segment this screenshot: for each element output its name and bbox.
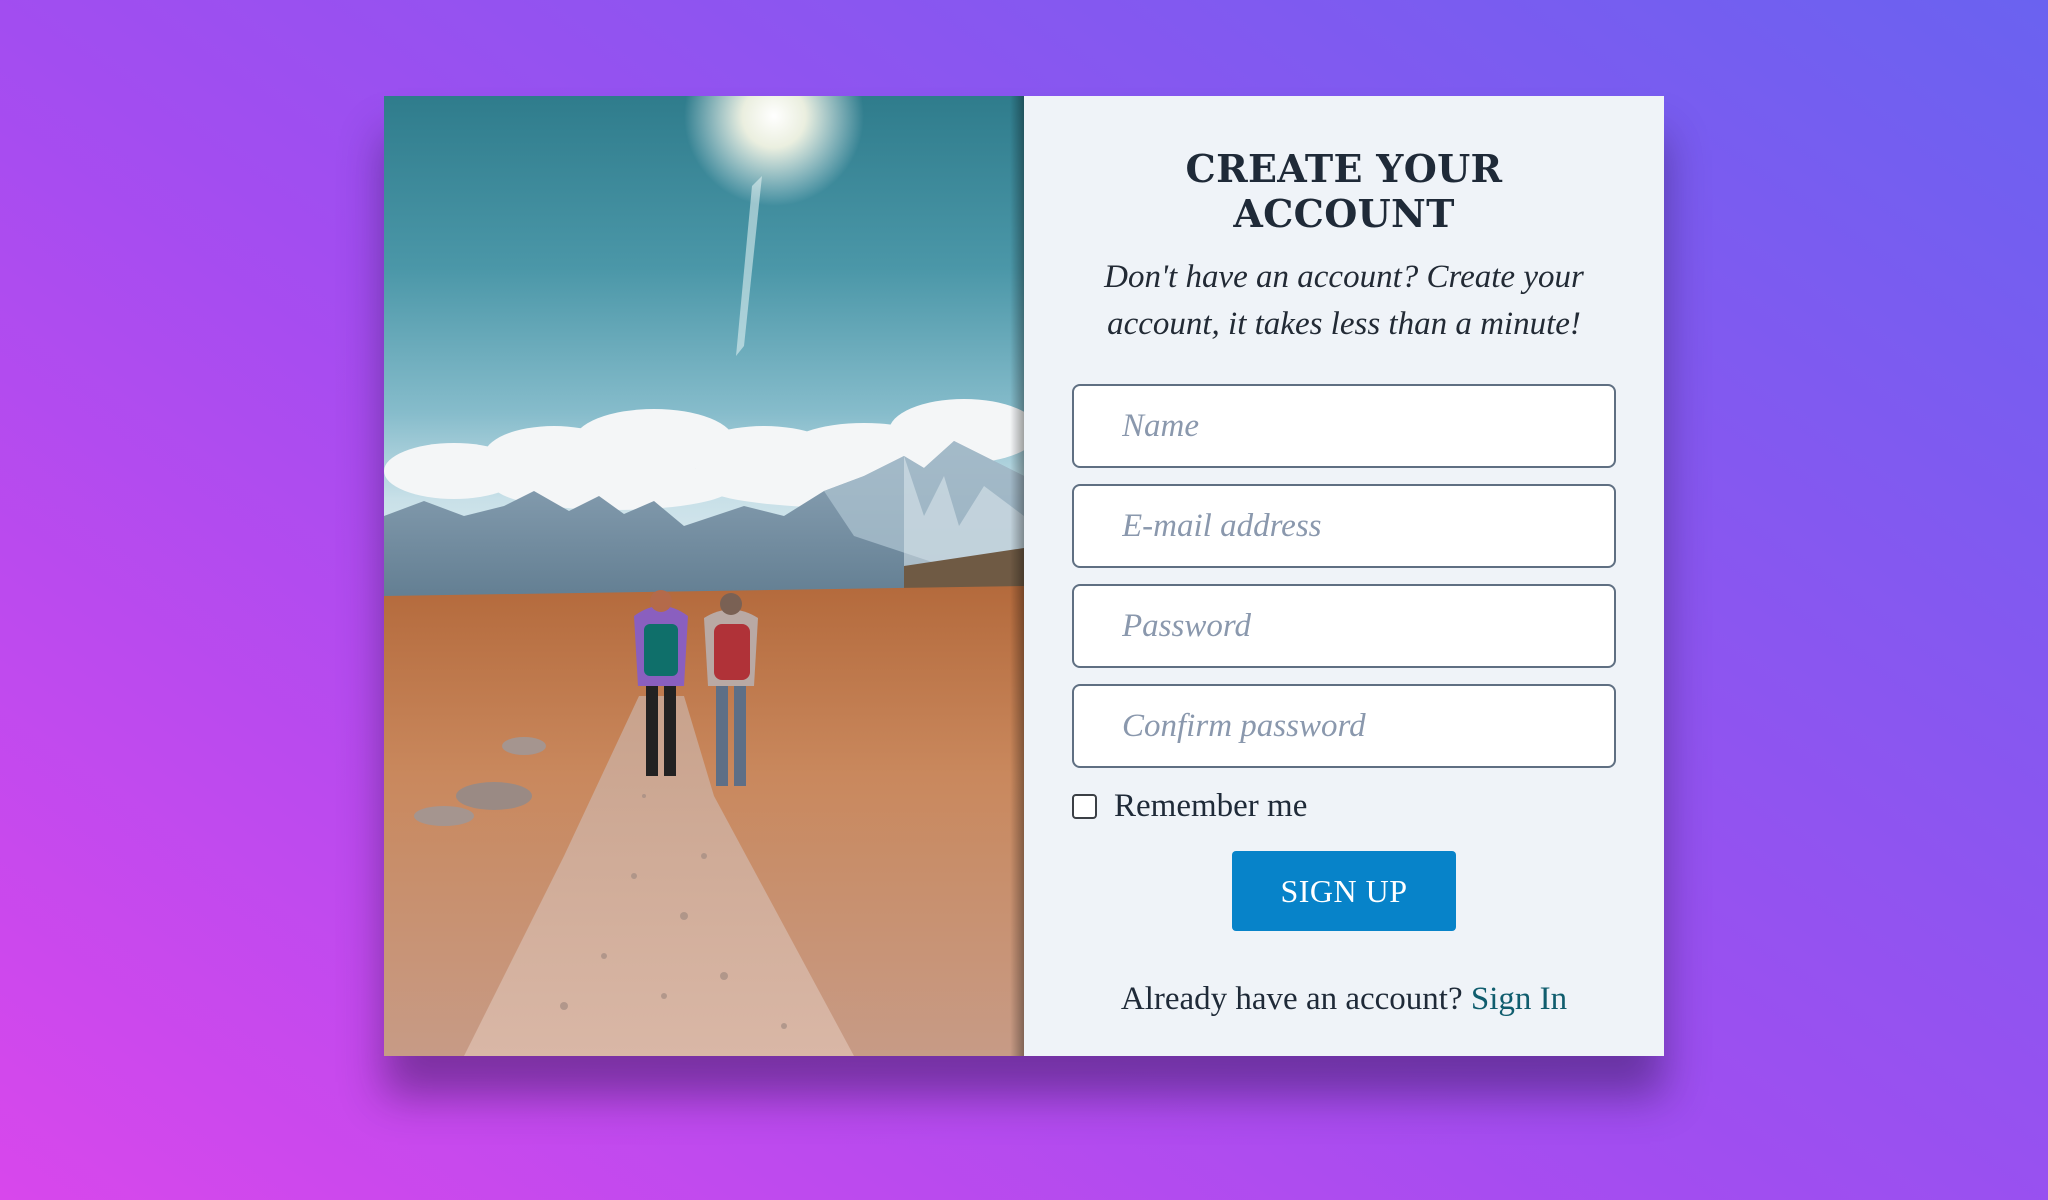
signup-form: CREATE YOUR ACCOUNT Don't have an accoun… — [1024, 96, 1664, 1056]
sun — [684, 96, 864, 206]
hikers-photo — [384, 96, 1024, 1056]
remember-me-label[interactable]: Remember me — [1114, 788, 1307, 825]
sign-in-link[interactable]: Sign In — [1471, 981, 1567, 1017]
name-input[interactable] — [1072, 384, 1616, 468]
password-input[interactable] — [1072, 584, 1616, 668]
signin-prompt-row: Already have an account? Sign In — [1121, 981, 1567, 1018]
signin-prompt: Already have an account? — [1120, 981, 1471, 1017]
page-title: CREATE YOUR ACCOUNT — [1185, 146, 1503, 236]
signup-card: CREATE YOUR ACCOUNT Don't have an accoun… — [384, 96, 1664, 1056]
remember-me-checkbox[interactable] — [1072, 794, 1097, 819]
confirm-password-input[interactable] — [1072, 684, 1616, 768]
subtitle: Don't have an account? Create your accou… — [1104, 259, 1584, 342]
remember-me-row: Remember me — [1072, 788, 1616, 825]
sign-up-button[interactable]: SIGN UP — [1232, 851, 1456, 931]
email-input[interactable] — [1072, 484, 1616, 568]
photo-illustration — [384, 96, 1024, 1056]
